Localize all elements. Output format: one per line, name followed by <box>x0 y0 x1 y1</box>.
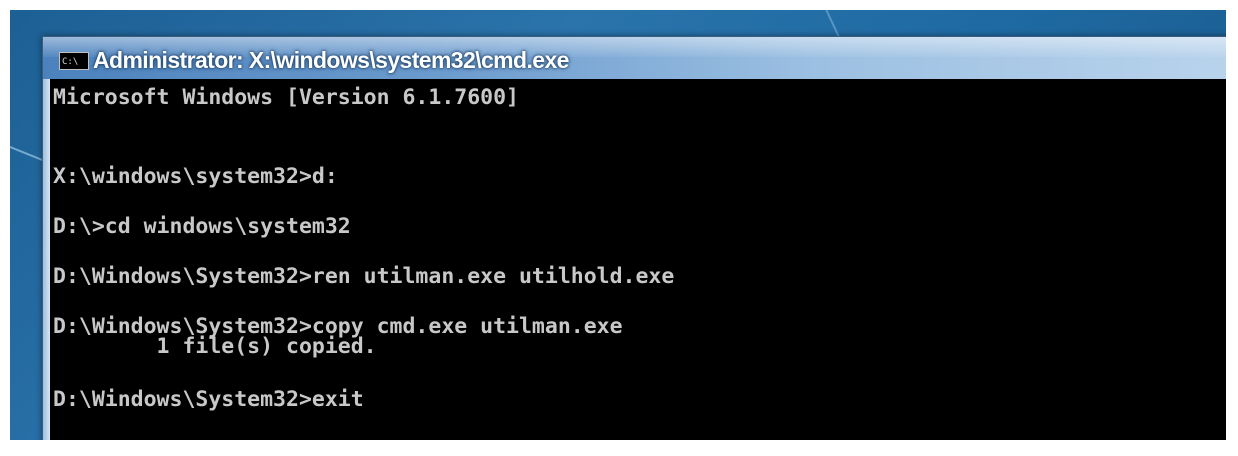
image-frame-right <box>1226 0 1238 456</box>
console-output[interactable]: Microsoft Windows [Version 6.1.7600] X:\… <box>50 79 1233 447</box>
image-frame-top <box>0 0 1238 10</box>
cmd-app-icon[interactable]: C:\ <box>59 52 89 70</box>
console-line-command: D:\Windows\System32>exit <box>53 387 364 412</box>
window-title: Administrator: X:\windows\system32\cmd.e… <box>93 47 569 73</box>
cmd-window[interactable]: C:\ Administrator: X:\windows\system32\c… <box>42 36 1234 448</box>
image-frame-left <box>0 0 10 456</box>
console-line-version: Microsoft Windows [Version 6.1.7600] <box>53 85 519 110</box>
console-line-command: X:\windows\system32>d: <box>53 164 338 189</box>
image-frame-bottom <box>0 440 1238 456</box>
console-line-output: 1 file(s) copied. <box>53 334 377 359</box>
console-line-command: D:\>cd windows\system32 <box>53 214 351 239</box>
console-line-command: D:\Windows\System32>ren utilman.exe util… <box>53 264 675 289</box>
title-bar[interactable]: C:\ Administrator: X:\windows\system32\c… <box>43 37 1233 79</box>
window-left-border <box>43 79 50 447</box>
